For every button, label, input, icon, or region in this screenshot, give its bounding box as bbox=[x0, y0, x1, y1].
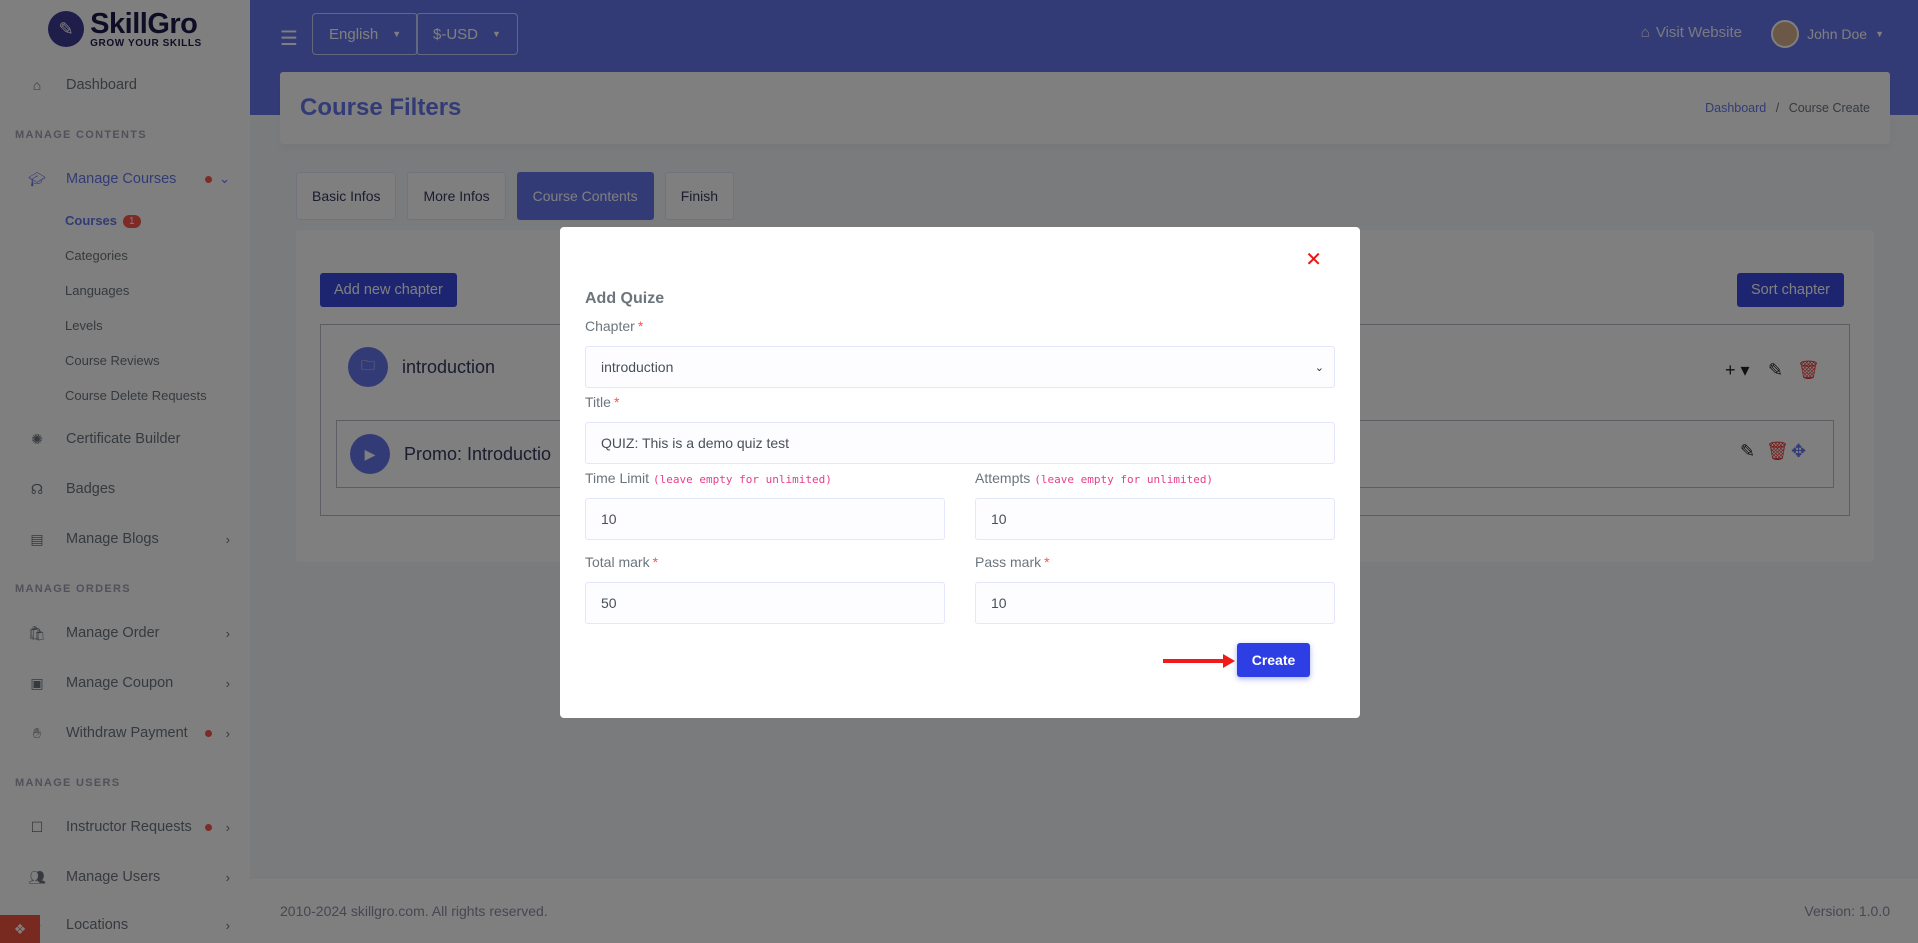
title-input[interactable]: QUIZ: This is a demo quiz test bbox=[585, 422, 1335, 464]
close-icon[interactable]: ✕ bbox=[1305, 247, 1322, 272]
title-label: Title * bbox=[585, 394, 620, 410]
chevron-down-icon: ⌄ bbox=[1314, 361, 1324, 374]
time-limit-label: Time Limit (leave empty for unlimited) bbox=[585, 470, 832, 486]
chapter-select[interactable]: introduction ⌄ bbox=[585, 346, 1335, 388]
pass-mark-input[interactable]: 10 bbox=[975, 582, 1335, 624]
modal-title: Add Quize bbox=[585, 290, 665, 307]
time-limit-input[interactable]: 10 bbox=[585, 498, 945, 540]
total-mark-input[interactable]: 50 bbox=[585, 582, 945, 624]
attempts-label: Attempts (leave empty for unlimited) bbox=[975, 470, 1214, 486]
total-mark-label: Total mark * bbox=[585, 554, 659, 570]
create-button[interactable]: Create bbox=[1237, 643, 1310, 677]
annotation-arrow bbox=[1163, 654, 1235, 668]
attempts-input[interactable]: 10 bbox=[975, 498, 1335, 540]
chapter-label: Chapter * bbox=[585, 318, 644, 334]
pass-mark-label: Pass mark * bbox=[975, 554, 1050, 570]
